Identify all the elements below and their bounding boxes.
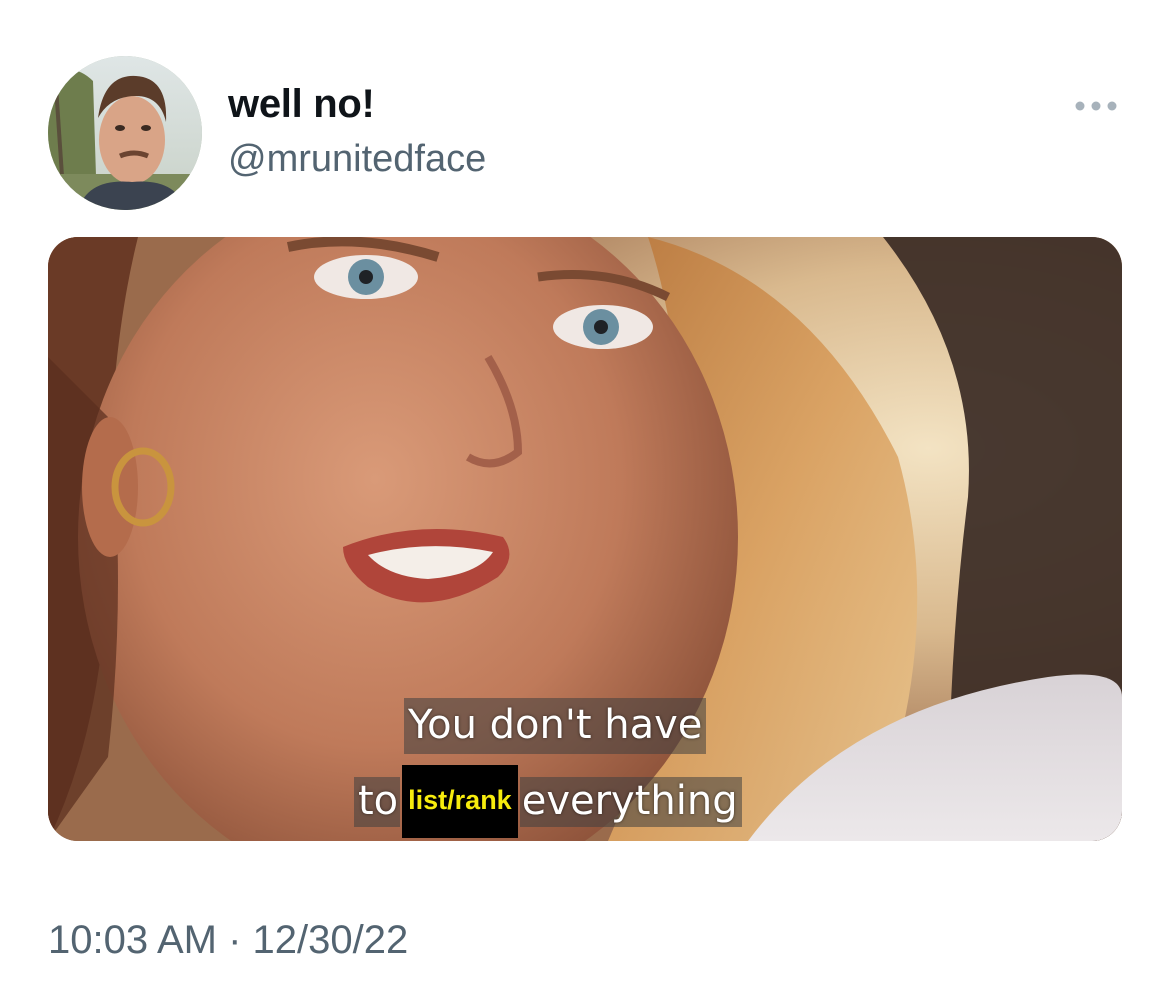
more-options-button[interactable] — [1068, 88, 1124, 124]
ellipsis-horizontal-icon — [1075, 101, 1117, 111]
tweet-media-image[interactable]: You don't have to list/rank everything — [48, 237, 1122, 841]
subtitle-line-1: You don't have — [404, 698, 707, 754]
avatar-photo — [48, 56, 202, 210]
subtitle-text-1: You don't have — [404, 698, 707, 754]
avatar[interactable] — [48, 56, 202, 210]
subtitle-word-to: to — [354, 776, 401, 827]
subtitle-word-everything: everything — [519, 776, 742, 827]
user-handle[interactable]: @mrunitedface — [228, 138, 486, 181]
tweet-timestamp[interactable]: 10:03 AM · 12/30/22 — [48, 918, 408, 963]
tweet-header: well no! @mrunitedface — [0, 0, 1170, 230]
subtitle-line-2: to list/rank everything — [354, 765, 742, 838]
display-name[interactable]: well no! — [228, 82, 375, 127]
subtitle-highlight-edit: list/rank — [402, 765, 518, 838]
